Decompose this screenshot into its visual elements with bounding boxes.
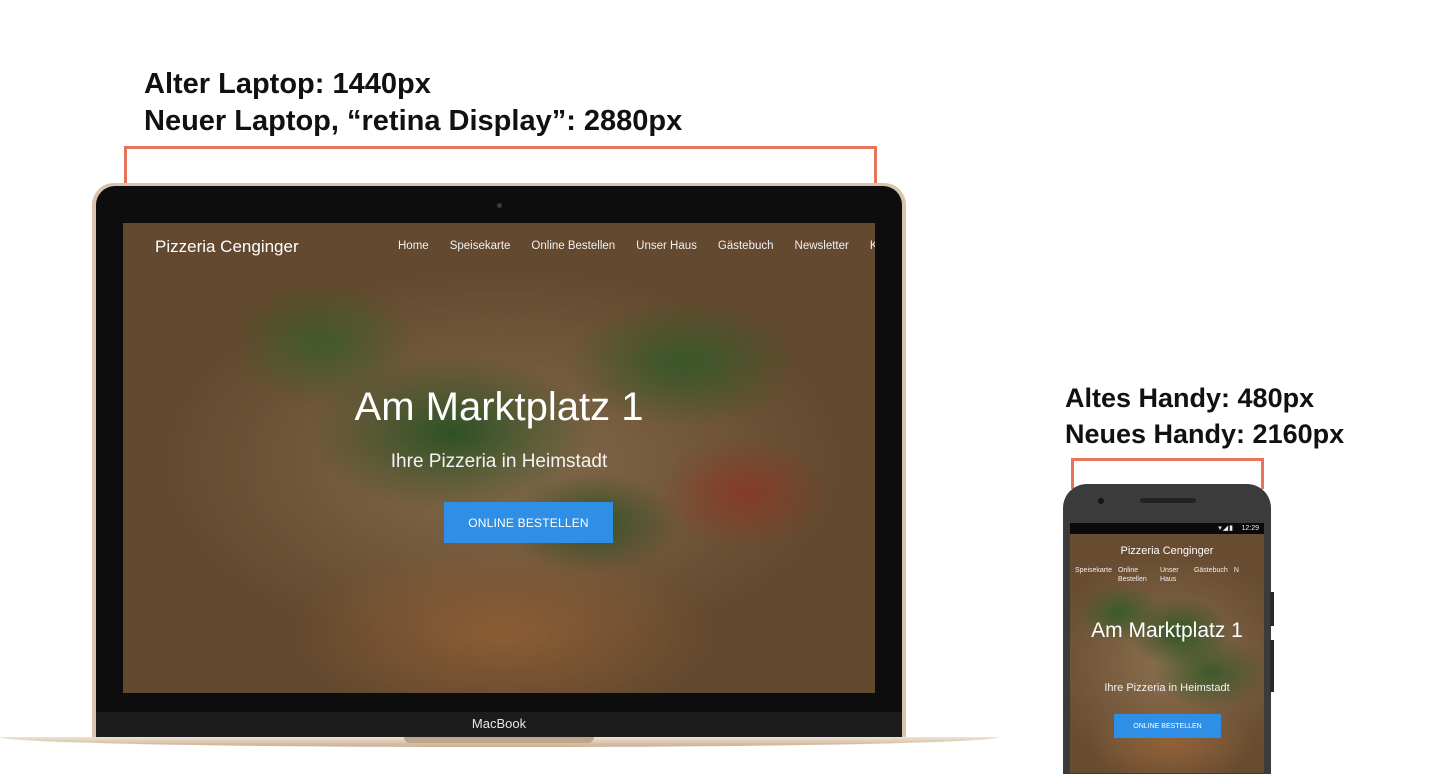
- laptop-base-notch: [404, 737, 594, 743]
- phone-camera-icon: [1098, 498, 1104, 504]
- laptop-camera-icon: [497, 203, 502, 208]
- nav-item-kontakt[interactable]: Ko: [870, 240, 875, 252]
- laptop-screen: Pizzeria Cenginger Home Speisekarte Onli…: [123, 223, 875, 693]
- nav-item-online-bestellen[interactable]: Online Bestellen: [531, 240, 615, 252]
- phone-volume-button: [1270, 640, 1274, 692]
- laptop-caption-old: Alter Laptop: 1440px: [144, 68, 431, 100]
- phone-status-bar: [1070, 523, 1264, 534]
- phone-nav-item-unser-haus[interactable]: Unser Haus: [1160, 566, 1188, 584]
- phone-caption: Altes Handy: 480px Neues Handy: 2160px: [1065, 380, 1344, 452]
- hero-title: Am Marktplatz 1: [354, 385, 644, 429]
- phone-nav-item-online-bestellen[interactable]: Online Bestellen: [1118, 566, 1154, 584]
- phone-nav-item-gaestebuch[interactable]: Gästebuch: [1194, 566, 1228, 584]
- phone-nav-item-newsletter[interactable]: N: [1234, 566, 1239, 584]
- phone-power-button: [1270, 592, 1274, 626]
- phone-caption-old: Altes Handy: 480px: [1065, 383, 1315, 413]
- phone-online-bestellen-button[interactable]: ONLINE BESTELLEN: [1114, 714, 1221, 738]
- nav-item-newsletter[interactable]: Newsletter: [795, 240, 849, 252]
- online-bestellen-button[interactable]: ONLINE BESTELLEN: [444, 502, 613, 543]
- nav-item-speisekarte[interactable]: Speisekarte: [450, 240, 511, 252]
- phone-site-nav: Speisekarte Online Bestellen Unser Haus …: [1075, 566, 1239, 584]
- laptop-width-bracket: [124, 146, 877, 183]
- status-time: 12:29: [1241, 525, 1259, 532]
- phone-nav-item-speisekarte[interactable]: Speisekarte: [1075, 566, 1112, 584]
- phone-hero-subtitle: Ihre Pizzeria in Heimstadt: [1104, 682, 1230, 694]
- site-nav: Home Speisekarte Online Bestellen Unser …: [398, 240, 875, 252]
- phone-speaker: [1140, 498, 1196, 503]
- phone-hero-title: Am Marktplatz 1: [1091, 619, 1243, 642]
- site-logo[interactable]: Pizzeria Cenginger: [155, 237, 299, 257]
- phone-caption-new: Neues Handy: 2160px: [1065, 419, 1345, 449]
- phone-screen: ▾◢▮ 12:29 Pizzeria Cenginger Speisekarte…: [1070, 523, 1264, 773]
- nav-item-unser-haus[interactable]: Unser Haus: [636, 240, 697, 252]
- nav-item-gaestebuch[interactable]: Gästebuch: [718, 240, 774, 252]
- status-signal-battery-icon: ▾◢▮: [1218, 525, 1234, 532]
- laptop-caption-new: Neuer Laptop, “retina Display”: 2880px: [144, 105, 683, 137]
- hero-subtitle: Ihre Pizzeria in Heimstadt: [390, 451, 608, 472]
- nav-item-home[interactable]: Home: [398, 240, 429, 252]
- phone-site-logo[interactable]: Pizzeria Cenginger: [1070, 545, 1264, 557]
- laptop-brand-label: MacBook: [471, 716, 527, 731]
- laptop-caption: Alter Laptop: 1440px Neuer Laptop, “reti…: [144, 66, 682, 140]
